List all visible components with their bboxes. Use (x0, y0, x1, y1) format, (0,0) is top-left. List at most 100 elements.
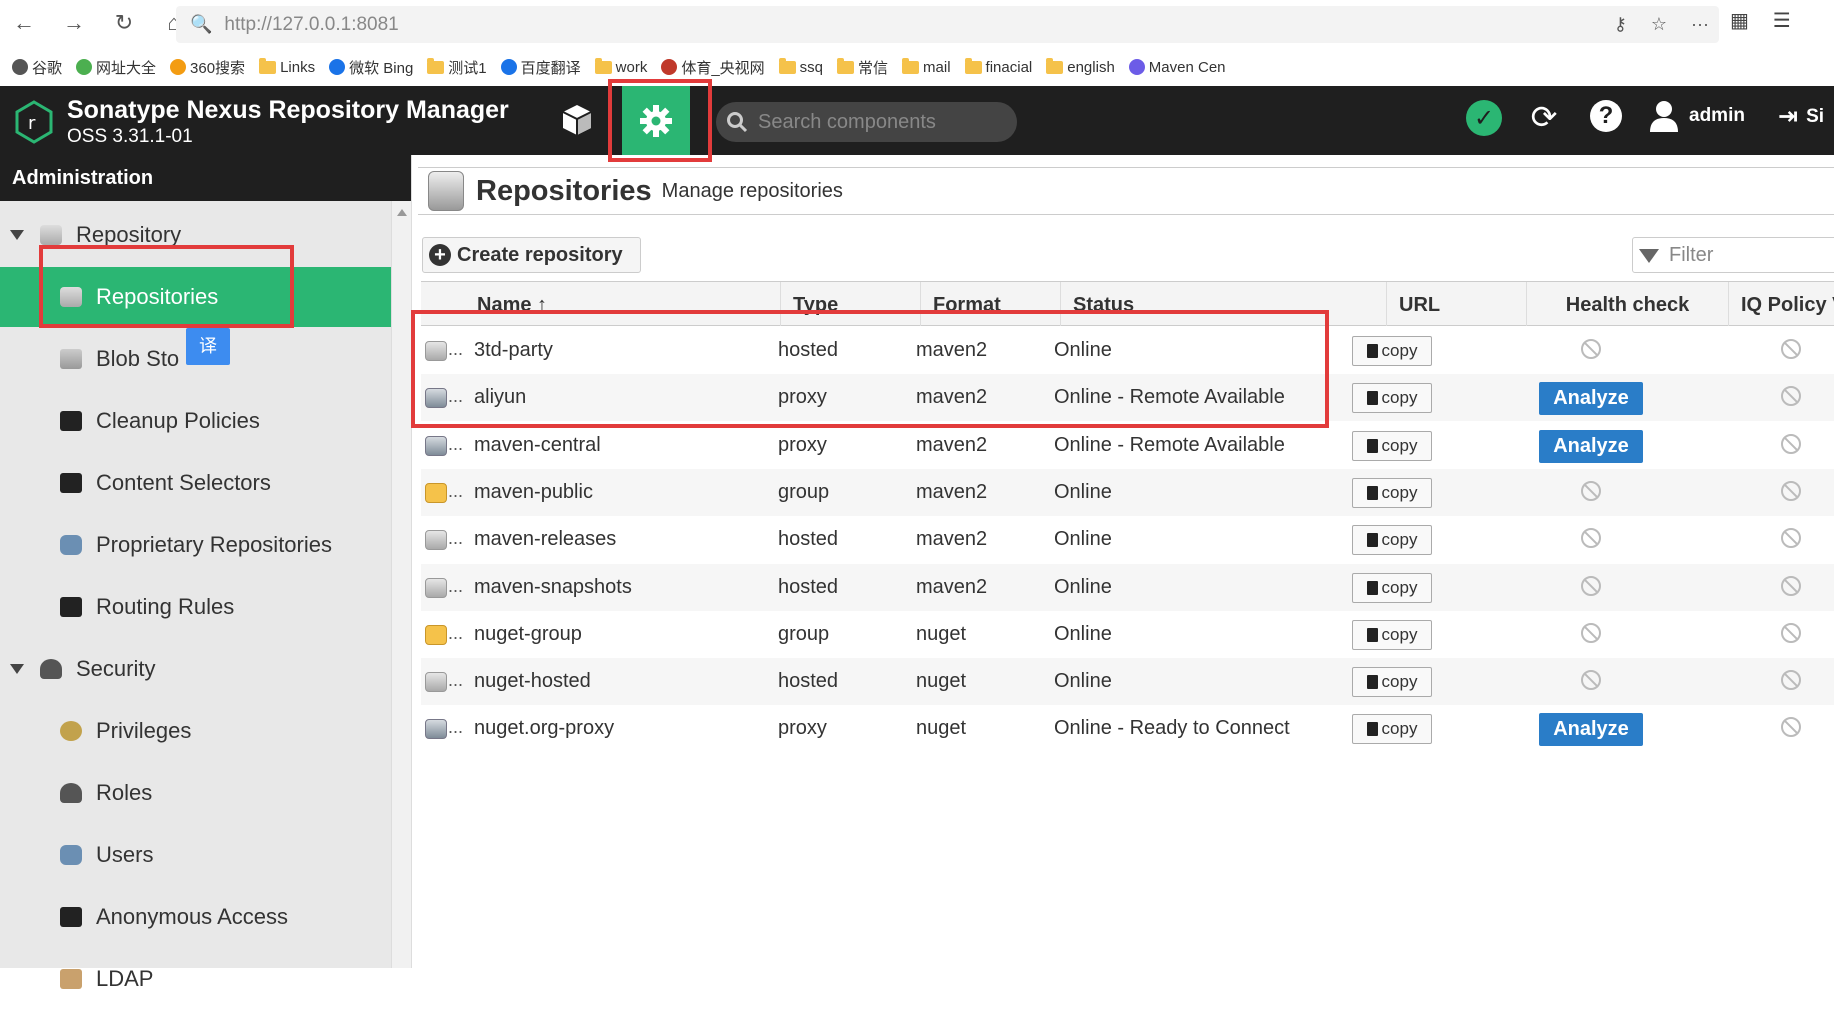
cell-name[interactable]: nuget-group (474, 611, 582, 658)
bookmark-item[interactable]: 谷歌 (12, 57, 62, 78)
sidebar-item-privileges[interactable]: Privileges (0, 701, 391, 761)
cell-name[interactable]: maven-central (474, 422, 601, 469)
sidebar-item-repositories[interactable]: Repositories (0, 267, 391, 327)
bookmark-item[interactable]: 360搜索 (170, 57, 245, 78)
sidebar-item-proprietary-repositories[interactable]: Proprietary Repositories (0, 515, 391, 575)
bookmark-item[interactable]: Maven Cen (1128, 59, 1226, 76)
sidebar-item-security[interactable]: Security (0, 639, 391, 699)
more-icon[interactable]: ··· (1691, 14, 1709, 35)
address-bar[interactable]: 🔍 http://127.0.0.1:8081 ⚷ ☆ ··· (176, 6, 1719, 43)
copy-url-button[interactable]: copy (1352, 336, 1432, 366)
analyze-button[interactable]: Analyze (1539, 713, 1643, 747)
bookmark-label: 网址大全 (96, 59, 157, 77)
cell-name[interactable]: nuget.org-proxy (474, 705, 614, 752)
bookmark-item[interactable]: finacial (964, 57, 1032, 76)
bookmark-label: mail (923, 58, 951, 76)
analyze-button[interactable]: Analyze (1539, 382, 1643, 416)
sidebar-item-repository[interactable]: Repository (0, 205, 391, 265)
key-icon[interactable]: ⚷ (1614, 14, 1627, 35)
translate-badge[interactable]: 译 (186, 328, 230, 365)
column-header[interactable]: URL (1387, 282, 1527, 326)
page-subtitle: Manage repositories (661, 179, 843, 202)
bookmark-item[interactable]: ssq (778, 57, 823, 76)
copy-url-button[interactable]: copy (1352, 667, 1432, 698)
cell-name[interactable]: maven-public (474, 469, 593, 516)
bookmark-item[interactable]: 常信 (837, 57, 888, 78)
table-row[interactable]: ... maven-central proxy maven2 Online - Remo… (421, 422, 1834, 469)
column-header[interactable]: Type (781, 282, 921, 326)
medal-icon (60, 721, 82, 741)
table-row[interactable]: ... aliyun proxy maven2 Online - Remote Avai… (421, 374, 1834, 422)
cell-status: Online - Remote Available (1054, 433, 1285, 456)
refresh-icon[interactable]: ⟳ (1524, 98, 1564, 138)
sidebar-item-cleanup-policies[interactable]: Cleanup Policies (0, 391, 391, 451)
expand-arrow-icon[interactable] (10, 664, 24, 674)
reload-icon[interactable]: ↻ (110, 10, 138, 36)
filter-input[interactable] (1667, 242, 1827, 268)
copy-url-button[interactable]: copy (1352, 477, 1432, 508)
bookmark-item[interactable]: work (594, 57, 647, 76)
sidebar-item-anonymous-access[interactable]: Anonymous Access (0, 887, 391, 947)
folder-icon (902, 57, 920, 74)
bookmark-item[interactable]: 百度翻译 (500, 57, 581, 78)
cell-name[interactable]: 3td-party (474, 327, 553, 374)
table-row[interactable]: ... nuget-hosted hosted nuget Online copy (421, 658, 1834, 706)
filter-field[interactable] (1632, 237, 1834, 273)
user-menu[interactable]: admin (1649, 100, 1745, 132)
column-header[interactable]: Health check (1527, 282, 1729, 326)
sidebar-item-content-selectors[interactable]: Content Selectors (0, 453, 391, 513)
database-icon (428, 171, 464, 211)
back-arrow-icon[interactable]: ← (10, 10, 38, 36)
bookmark-item[interactable]: mail (902, 57, 951, 76)
table-row[interactable]: ... nuget-group group nuget Online copy (421, 611, 1834, 658)
table-row[interactable]: ... nuget.org-proxy proxy nuget Online - Rea… (421, 705, 1834, 752)
bookmark-item[interactable]: english (1046, 57, 1115, 76)
system-status-icon[interactable]: ✓ (1466, 100, 1502, 136)
sidebar-scrollbar[interactable] (391, 201, 411, 968)
expand-arrow-icon[interactable] (10, 230, 24, 240)
column-header[interactable]: Format (921, 282, 1061, 326)
table-row[interactable]: ... maven-releases hosted maven2 Online copy (421, 516, 1834, 563)
sidebar-item-ldap[interactable]: LDAP (0, 949, 391, 1009)
cell-name[interactable]: maven-snapshots (474, 564, 632, 611)
bookmark-item[interactable]: 体育_央视网 (661, 57, 765, 78)
table-row[interactable]: ... maven-snapshots hosted maven2 Online copy (421, 563, 1834, 611)
star-icon[interactable]: ☆ (1651, 14, 1667, 35)
analyze-button[interactable]: Analyze (1539, 429, 1643, 463)
bookmark-item[interactable]: 测试1 (427, 57, 487, 78)
search-input[interactable] (756, 109, 1006, 135)
search-components[interactable] (716, 102, 1017, 142)
cell-format: nuget (916, 670, 967, 693)
copy-url-button[interactable]: copy (1352, 430, 1432, 461)
bookmark-item[interactable]: 微软 Bing (329, 57, 413, 78)
copy-url-button[interactable]: copy (1352, 572, 1432, 603)
copy-url-button[interactable]: copy (1352, 525, 1432, 556)
sidebar-item-routing-rules[interactable]: Routing Rules (0, 577, 391, 637)
bookmark-item[interactable]: Links (259, 57, 315, 76)
copy-url-button[interactable]: copy (1352, 383, 1432, 414)
forward-arrow-icon[interactable]: → (60, 10, 88, 36)
create-repository-button[interactable]: + Create repository (422, 237, 641, 273)
help-icon[interactable]: ? (1590, 100, 1622, 132)
sidebar-item-users[interactable]: Users (0, 825, 391, 885)
column-header[interactable]: Status (1061, 282, 1387, 326)
sidebar-item-label: LDAP (96, 966, 154, 991)
bookmark-item[interactable]: 网址大全 (76, 57, 156, 78)
copy-url-button[interactable]: copy (1352, 714, 1432, 745)
cell-name[interactable]: nuget-hosted (474, 658, 591, 705)
reading-list-icon[interactable]: ☰ (1773, 8, 1791, 33)
copy-url-button[interactable]: copy (1352, 619, 1432, 650)
administration-button[interactable] (622, 86, 690, 155)
sidebar-item-roles[interactable]: Roles (0, 763, 391, 823)
cell-name[interactable]: maven-releases (474, 516, 616, 563)
column-header[interactable]: Name ↑ (421, 282, 781, 326)
sign-out-button[interactable]: ⇥ Si (1778, 102, 1824, 131)
browse-button[interactable] (553, 94, 601, 146)
cell-name[interactable]: aliyun (474, 374, 526, 421)
table-row[interactable]: ... maven-public group maven2 Online copy (421, 468, 1834, 516)
table-row[interactable]: ... 3td-party hosted maven2 Online copy (421, 327, 1834, 374)
cell-type: proxy (778, 717, 827, 740)
apps-grid-icon[interactable]: ▦ (1730, 8, 1749, 33)
column-header[interactable]: IQ Policy V (1729, 282, 1834, 326)
broom-icon (60, 411, 82, 431)
